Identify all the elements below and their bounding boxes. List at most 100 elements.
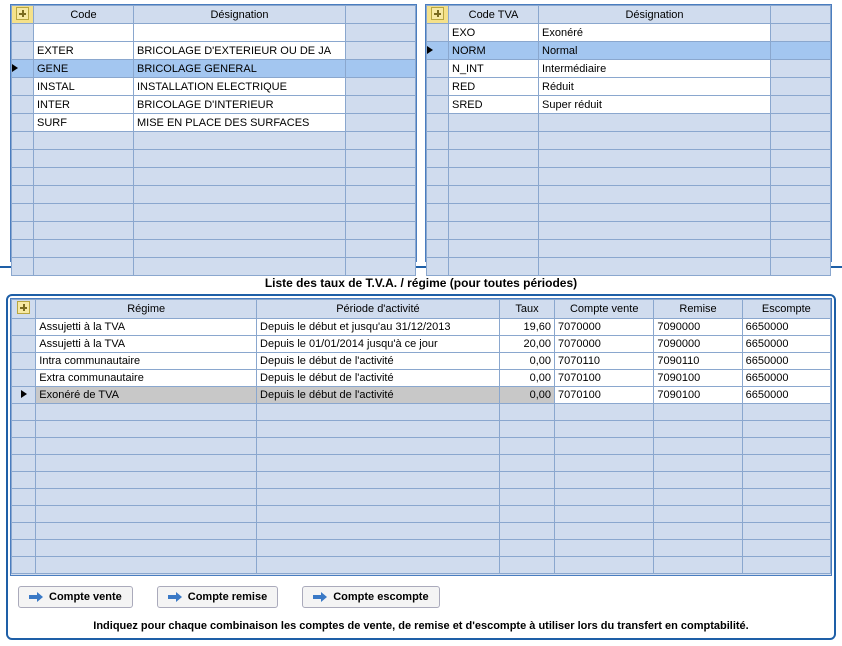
cell-code[interactable]: EXTER xyxy=(34,42,134,60)
col-header-escompte[interactable]: Escompte xyxy=(742,300,830,319)
col-header-compte-vente[interactable]: Compte vente xyxy=(555,300,654,319)
cell-designation[interactable]: Super réduit xyxy=(539,96,771,114)
cell-designation[interactable] xyxy=(134,24,346,42)
cell-escompte[interactable]: 6650000 xyxy=(742,319,830,336)
cell-taux[interactable]: 0,00 xyxy=(499,370,554,387)
cell-escompte[interactable]: 6650000 xyxy=(742,387,830,404)
add-row-button[interactable] xyxy=(12,6,34,24)
table-row[interactable] xyxy=(427,168,831,186)
table-row[interactable] xyxy=(427,114,831,132)
cell-code[interactable]: SURF xyxy=(34,114,134,132)
cell-designation[interactable]: Intermédiaire xyxy=(539,60,771,78)
row-header[interactable] xyxy=(427,78,449,96)
row-header[interactable] xyxy=(427,60,449,78)
row-header[interactable] xyxy=(427,42,449,60)
col-header-code[interactable]: Code xyxy=(34,6,134,24)
cell-regime[interactable]: Assujetti à la TVA xyxy=(36,336,257,353)
table-row[interactable] xyxy=(12,472,831,489)
cell-code-tva[interactable]: RED xyxy=(449,78,539,96)
cell-escompte[interactable]: 6650000 xyxy=(742,370,830,387)
col-header-periode[interactable]: Période d'activité xyxy=(257,300,500,319)
col-header-code-tva[interactable]: Code TVA xyxy=(449,6,539,24)
table-row[interactable] xyxy=(427,222,831,240)
table-row[interactable]: Assujetti à la TVADepuis le 01/01/2014 j… xyxy=(12,336,831,353)
cell-designation[interactable]: BRICOLAGE D'EXTERIEUR OU DE JA xyxy=(134,42,346,60)
table-row[interactable] xyxy=(12,240,416,258)
cell-taux[interactable]: 0,00 xyxy=(499,387,554,404)
tva-regime-grid[interactable]: Régime Période d'activité Taux Compte ve… xyxy=(11,299,831,574)
row-header[interactable] xyxy=(12,96,34,114)
cell-compte-vente[interactable]: 7070110 xyxy=(555,353,654,370)
compte-remise-button[interactable]: Compte remise xyxy=(157,586,278,608)
table-row[interactable] xyxy=(12,506,831,523)
cell-designation[interactable]: BRICOLAGE GENERAL xyxy=(134,60,346,78)
table-row[interactable]: Assujetti à la TVADepuis le début et jus… xyxy=(12,319,831,336)
cell-code-tva[interactable]: SRED xyxy=(449,96,539,114)
table-row[interactable] xyxy=(12,421,831,438)
row-header[interactable] xyxy=(427,24,449,42)
cell-periode[interactable]: Depuis le début de l'activité xyxy=(257,387,500,404)
cell-code[interactable] xyxy=(34,24,134,42)
row-header[interactable] xyxy=(12,319,36,336)
row-header[interactable] xyxy=(12,387,36,404)
row-header[interactable] xyxy=(12,42,34,60)
cell-regime[interactable]: Assujetti à la TVA xyxy=(36,319,257,336)
row-header[interactable] xyxy=(427,96,449,114)
table-row[interactable] xyxy=(427,132,831,150)
cell-periode[interactable]: Depuis le début de l'activité xyxy=(257,353,500,370)
cell-compte-vente[interactable]: 7070100 xyxy=(555,387,654,404)
cell-escompte[interactable]: 6650000 xyxy=(742,353,830,370)
cell-remise[interactable]: 7090110 xyxy=(654,353,742,370)
table-row[interactable] xyxy=(12,222,416,240)
table-row[interactable] xyxy=(12,186,416,204)
cell-designation[interactable]: Exonéré xyxy=(539,24,771,42)
add-row-button[interactable] xyxy=(12,300,36,319)
cell-regime[interactable]: Intra communautaire xyxy=(36,353,257,370)
row-header[interactable] xyxy=(12,114,34,132)
cell-periode[interactable]: Depuis le début de l'activité xyxy=(257,370,500,387)
table-row[interactable] xyxy=(12,489,831,506)
table-row[interactable] xyxy=(12,540,831,557)
cell-remise[interactable]: 7090000 xyxy=(654,336,742,353)
table-row[interactable] xyxy=(12,455,831,472)
row-header[interactable] xyxy=(12,78,34,96)
cell-designation[interactable]: Normal xyxy=(539,42,771,60)
cell-remise[interactable]: 7090100 xyxy=(654,387,742,404)
col-header-designation[interactable]: Désignation xyxy=(134,6,346,24)
table-row[interactable]: EXOExonéré xyxy=(427,24,831,42)
table-row[interactable] xyxy=(12,557,831,574)
table-row[interactable] xyxy=(427,204,831,222)
col-header-regime[interactable]: Régime xyxy=(36,300,257,319)
col-header-remise[interactable]: Remise xyxy=(654,300,742,319)
cell-escompte[interactable]: 6650000 xyxy=(742,336,830,353)
cell-remise[interactable]: 7090100 xyxy=(654,370,742,387)
code-grid[interactable]: Code Désignation EXTERBRICOLAGE D'EXTERI… xyxy=(11,5,416,276)
table-row[interactable] xyxy=(12,438,831,455)
cell-designation[interactable]: Réduit xyxy=(539,78,771,96)
cell-periode[interactable]: Depuis le début et jusqu'au 31/12/2013 xyxy=(257,319,500,336)
table-row[interactable] xyxy=(12,150,416,168)
compte-escompte-button[interactable]: Compte escompte xyxy=(302,586,439,608)
table-row[interactable]: REDRéduit xyxy=(427,78,831,96)
table-row[interactable] xyxy=(12,523,831,540)
cell-taux[interactable]: 0,00 xyxy=(499,353,554,370)
cell-code-tva[interactable]: EXO xyxy=(449,24,539,42)
table-row[interactable] xyxy=(427,150,831,168)
cell-designation[interactable]: MISE EN PLACE DES SURFACES xyxy=(134,114,346,132)
table-row[interactable] xyxy=(12,204,416,222)
col-header-designation[interactable]: Désignation xyxy=(539,6,771,24)
table-row[interactable] xyxy=(12,24,416,42)
table-row[interactable]: Extra communautaireDepuis le début de l'… xyxy=(12,370,831,387)
cell-designation[interactable]: BRICOLAGE D'INTERIEUR xyxy=(134,96,346,114)
table-row[interactable] xyxy=(12,258,416,276)
table-row[interactable]: INSTALINSTALLATION ELECTRIQUE xyxy=(12,78,416,96)
table-row[interactable] xyxy=(427,240,831,258)
row-header[interactable] xyxy=(12,336,36,353)
cell-taux[interactable]: 19,60 xyxy=(499,319,554,336)
row-header[interactable] xyxy=(12,60,34,78)
col-header-taux[interactable]: Taux xyxy=(499,300,554,319)
row-header[interactable] xyxy=(12,353,36,370)
cell-code[interactable]: INTER xyxy=(34,96,134,114)
table-row[interactable] xyxy=(12,168,416,186)
cell-compte-vente[interactable]: 7070000 xyxy=(555,319,654,336)
